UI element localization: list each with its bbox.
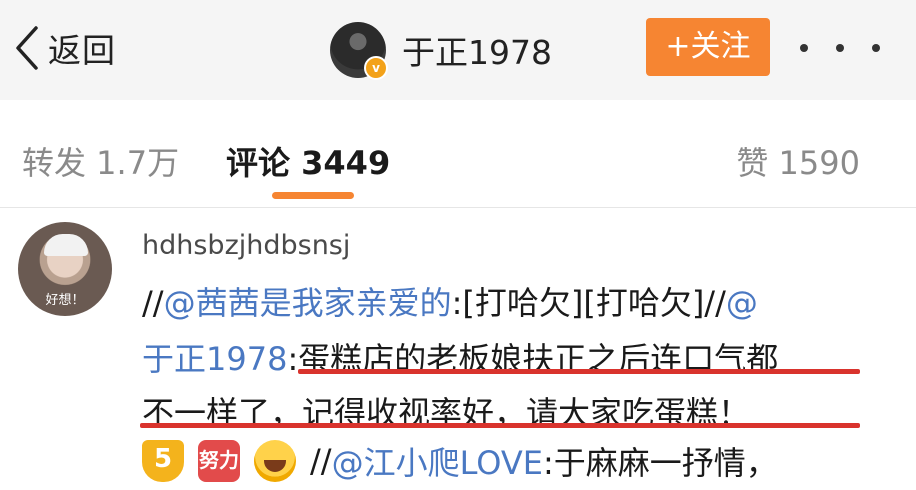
dot — [872, 44, 880, 52]
more-options-icon[interactable] — [800, 30, 880, 66]
profile-name[interactable]: 于正1978 — [402, 26, 552, 74]
profile-header[interactable]: v 于正1978 — [330, 20, 552, 80]
mention-link[interactable]: @江小爬LOVE — [332, 438, 543, 484]
commenter-username[interactable]: hdhsbzjhdbsnsj — [142, 230, 350, 261]
tab-bar: 转发 1.7万 评论 3449 赞 1590 — [0, 100, 916, 208]
mention-link[interactable]: @茜茜是我家亲爱的 — [164, 284, 452, 322]
follow-button[interactable]: +关注 — [646, 18, 770, 76]
tab-repost[interactable]: 转发 1.7万 — [22, 138, 179, 184]
cheer-emoji-icon: 努力 — [198, 440, 240, 482]
top-navbar: 返回 v 于正1978 +关注 — [0, 0, 916, 100]
mention-link[interactable]: @ — [726, 284, 758, 322]
commenter-avatar[interactable]: 好想！ — [18, 222, 112, 316]
chevron-left-icon — [16, 26, 38, 70]
comment-text: :[打哈欠][打哈欠]// — [451, 284, 726, 322]
avatar-caption: 好想！ — [45, 293, 85, 308]
red-underline — [298, 369, 860, 374]
repost-prefix: // — [142, 284, 164, 322]
repost-prefix: // — [310, 442, 332, 480]
laughing-emoji-icon — [254, 440, 296, 482]
mention-link[interactable]: 于正1978 — [142, 340, 287, 378]
avatar-hat — [44, 234, 88, 256]
back-label: 返回 — [48, 31, 116, 70]
five-emoji-icon: 5 — [142, 440, 184, 482]
comment-text: :于麻麻一抒情， — [543, 444, 778, 482]
dot — [800, 44, 808, 52]
tab-like[interactable]: 赞 1590 — [736, 138, 860, 184]
comment-line-1: //@茜茜是我家亲爱的:[打哈欠][打哈欠]//@ — [142, 278, 758, 324]
red-underline — [140, 423, 860, 428]
active-tab-indicator — [272, 192, 354, 199]
comment-line-4: 5 努力 //@江小爬LOVE:于麻麻一抒情， — [142, 438, 778, 484]
dot — [836, 44, 844, 52]
avatar[interactable]: v — [330, 22, 388, 80]
back-button[interactable]: 返回 — [12, 20, 116, 76]
tab-comment[interactable]: 评论 3449 — [226, 138, 390, 184]
verified-badge-icon: v — [364, 56, 388, 80]
